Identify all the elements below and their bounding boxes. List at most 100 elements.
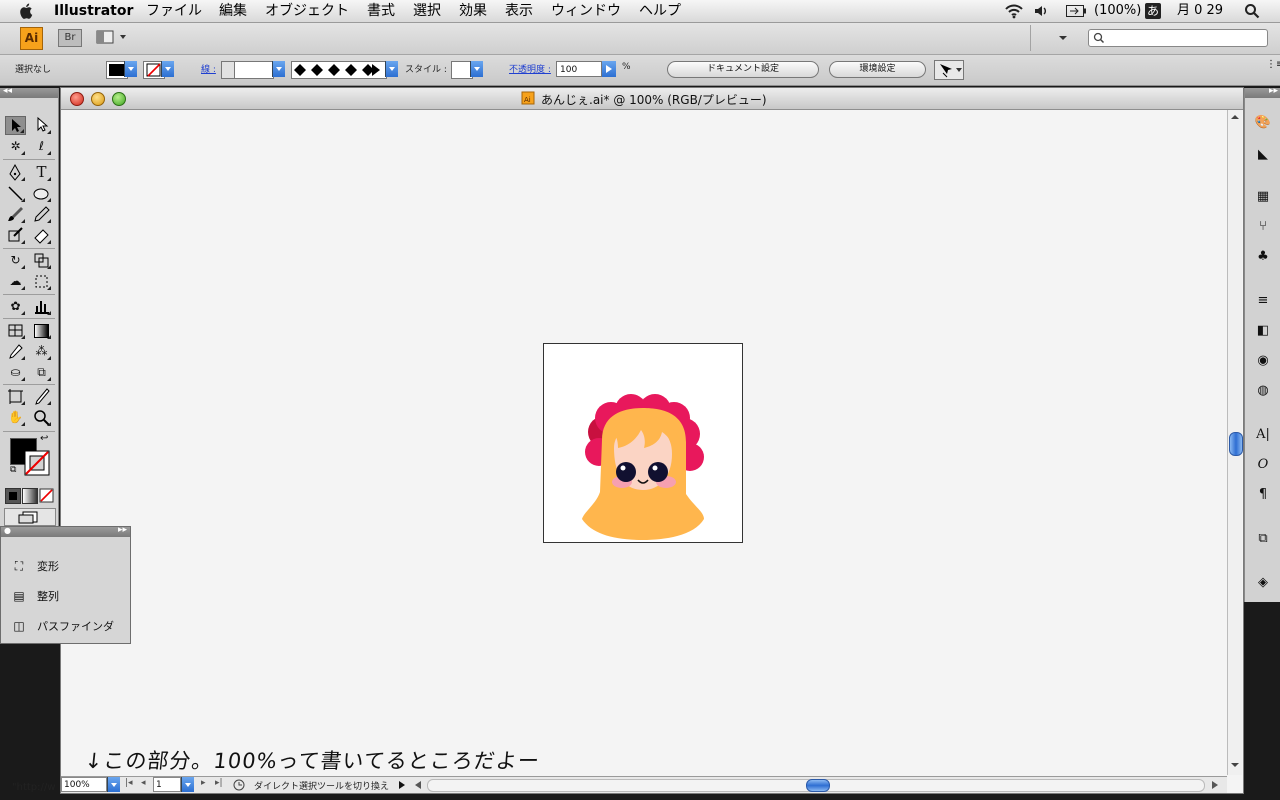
gradient-tool[interactable]: [31, 321, 52, 340]
none-mode-button[interactable]: [39, 488, 54, 503]
input-method-indicator[interactable]: あ: [1145, 3, 1161, 19]
zoom-window-button[interactable]: [112, 92, 126, 106]
scroll-up-icon[interactable]: [1230, 112, 1240, 122]
zoom-level-input[interactable]: 100%: [61, 777, 107, 792]
type-tool[interactable]: T: [31, 163, 52, 182]
stroke-weight-stepper[interactable]: [221, 61, 235, 79]
blob-brush-tool[interactable]: [5, 226, 26, 245]
stroke-none-swatch[interactable]: [24, 450, 50, 476]
stroke-panel-button[interactable]: ≡: [1253, 292, 1273, 310]
opentype-panel-button[interactable]: O: [1253, 456, 1273, 474]
character-panel-button[interactable]: A|: [1253, 426, 1273, 444]
previous-artboard-button[interactable]: ◂: [141, 778, 146, 788]
live-paint-selection-tool[interactable]: ⧉: [31, 363, 52, 382]
direct-selection-tool[interactable]: [31, 116, 52, 135]
fill-color-dropdown[interactable]: [124, 61, 137, 77]
eraser-tool[interactable]: [31, 226, 52, 245]
menu-select[interactable]: 選択: [413, 2, 441, 20]
brushes-panel-button[interactable]: ⑂: [1253, 218, 1273, 236]
scroll-down-icon[interactable]: [1230, 760, 1240, 770]
artboard-number-input[interactable]: 1: [153, 777, 181, 792]
artboards-panel-button[interactable]: ⧉: [1253, 530, 1273, 548]
expand-panel-icon[interactable]: ▸▸: [118, 525, 127, 535]
document-setup-button[interactable]: ドキュメント設定: [667, 61, 819, 78]
vertical-scrollbar[interactable]: [1227, 110, 1243, 775]
blend-tool[interactable]: ⁂: [31, 342, 52, 361]
hand-tool[interactable]: ✋: [5, 408, 26, 427]
line-segment-tool[interactable]: [5, 184, 26, 203]
wifi-icon[interactable]: [1004, 3, 1024, 19]
graphic-style-dropdown[interactable]: [470, 61, 483, 77]
last-artboard-button[interactable]: ▸|: [215, 778, 223, 788]
magic-wand-tool[interactable]: ✲: [5, 137, 26, 156]
transform-panel-button[interactable]: ⛶ 変形: [11, 558, 59, 574]
opacity-label[interactable]: 不透明度 :: [509, 62, 551, 75]
horizontal-scroll-track[interactable]: [427, 779, 1205, 792]
menu-view[interactable]: 表示: [505, 2, 533, 20]
gradient-mode-button[interactable]: [22, 488, 38, 504]
swatches-panel-button[interactable]: ▦: [1253, 188, 1273, 206]
ellipse-tool[interactable]: [31, 184, 52, 203]
menu-effect[interactable]: 効果: [459, 2, 487, 20]
vertical-scroll-thumb[interactable]: [1229, 432, 1243, 456]
close-panel-icon[interactable]: ●: [4, 526, 11, 535]
next-artboard-button[interactable]: ▸: [201, 778, 206, 788]
pencil-tool[interactable]: [31, 205, 52, 224]
screen-mode-button[interactable]: [4, 508, 56, 526]
mesh-tool[interactable]: [5, 321, 26, 340]
artboard[interactable]: [543, 343, 743, 543]
scale-tool[interactable]: [31, 251, 52, 270]
volume-icon[interactable]: [1034, 4, 1048, 18]
pen-tool[interactable]: [5, 163, 26, 182]
zoom-level-dropdown[interactable]: [107, 777, 120, 792]
collapse-icon[interactable]: ◂◂: [3, 86, 12, 96]
transparency-panel-button[interactable]: ◉: [1253, 352, 1273, 370]
bridge-button[interactable]: Br: [58, 29, 82, 47]
panel-group-header[interactable]: ● ▸▸: [1, 525, 130, 537]
eyedropper-tool[interactable]: [5, 342, 26, 361]
workspace-dropdown[interactable]: [1058, 33, 1068, 46]
layers-panel-button[interactable]: ◈: [1253, 574, 1273, 592]
warp-tool[interactable]: ☁: [5, 272, 26, 291]
brush-dropdown[interactable]: [385, 61, 398, 77]
status-menu-icon[interactable]: [398, 780, 406, 790]
artboard-tool[interactable]: [5, 387, 26, 406]
symbol-sprayer-tool[interactable]: ✿: [5, 297, 26, 316]
gradient-panel-button[interactable]: ◧: [1253, 322, 1273, 340]
stroke-label[interactable]: 線 :: [201, 62, 216, 75]
rotate-tool[interactable]: ↻: [5, 251, 26, 270]
menu-object[interactable]: オブジェクト: [265, 2, 349, 20]
spotlight-search-icon[interactable]: [1244, 3, 1260, 19]
stroke-color-dropdown[interactable]: [161, 61, 174, 77]
brush-definition-preview[interactable]: [291, 61, 387, 79]
isolate-selected-button[interactable]: [934, 60, 964, 80]
menu-app-name[interactable]: Illustrator: [54, 2, 133, 20]
menubar-clock[interactable]: 月 0 29: [1177, 2, 1223, 20]
menu-edit[interactable]: 編集: [219, 2, 247, 20]
selection-tool[interactable]: [5, 116, 26, 135]
paintbrush-tool[interactable]: [5, 205, 26, 224]
first-artboard-button[interactable]: |◂: [125, 778, 133, 788]
tools-panel-header[interactable]: ◂◂: [0, 86, 58, 98]
align-panel-button[interactable]: ▤ 整列: [11, 588, 59, 604]
help-search-input[interactable]: [1088, 29, 1268, 47]
menu-file[interactable]: ファイル: [146, 2, 202, 20]
horizontal-scroll-thumb[interactable]: [806, 779, 830, 792]
scroll-left-icon[interactable]: [414, 780, 422, 790]
preferences-button[interactable]: 環境設定: [829, 61, 926, 78]
stroke-weight-dropdown[interactable]: [272, 61, 285, 77]
pathfinder-panel-button[interactable]: ◫ パスファインダ: [11, 618, 114, 634]
stroke-weight-input[interactable]: [234, 61, 274, 79]
apple-menu-icon[interactable]: [18, 2, 36, 20]
artboard-number-dropdown[interactable]: [181, 777, 194, 792]
zoom-tool[interactable]: [31, 408, 52, 427]
opacity-slider-button[interactable]: [602, 61, 616, 77]
default-colors-icon[interactable]: ⧉: [10, 465, 16, 475]
menu-window[interactable]: ウィンドウ: [551, 2, 621, 20]
color-mode-button[interactable]: [5, 488, 21, 504]
lasso-tool[interactable]: ℓ: [31, 137, 52, 156]
free-transform-tool[interactable]: [31, 272, 52, 291]
menu-type[interactable]: 書式: [367, 2, 395, 20]
live-paint-bucket-tool[interactable]: ⛀: [5, 363, 26, 382]
panel-menu-icon[interactable]: ⋮≡: [1266, 59, 1280, 70]
